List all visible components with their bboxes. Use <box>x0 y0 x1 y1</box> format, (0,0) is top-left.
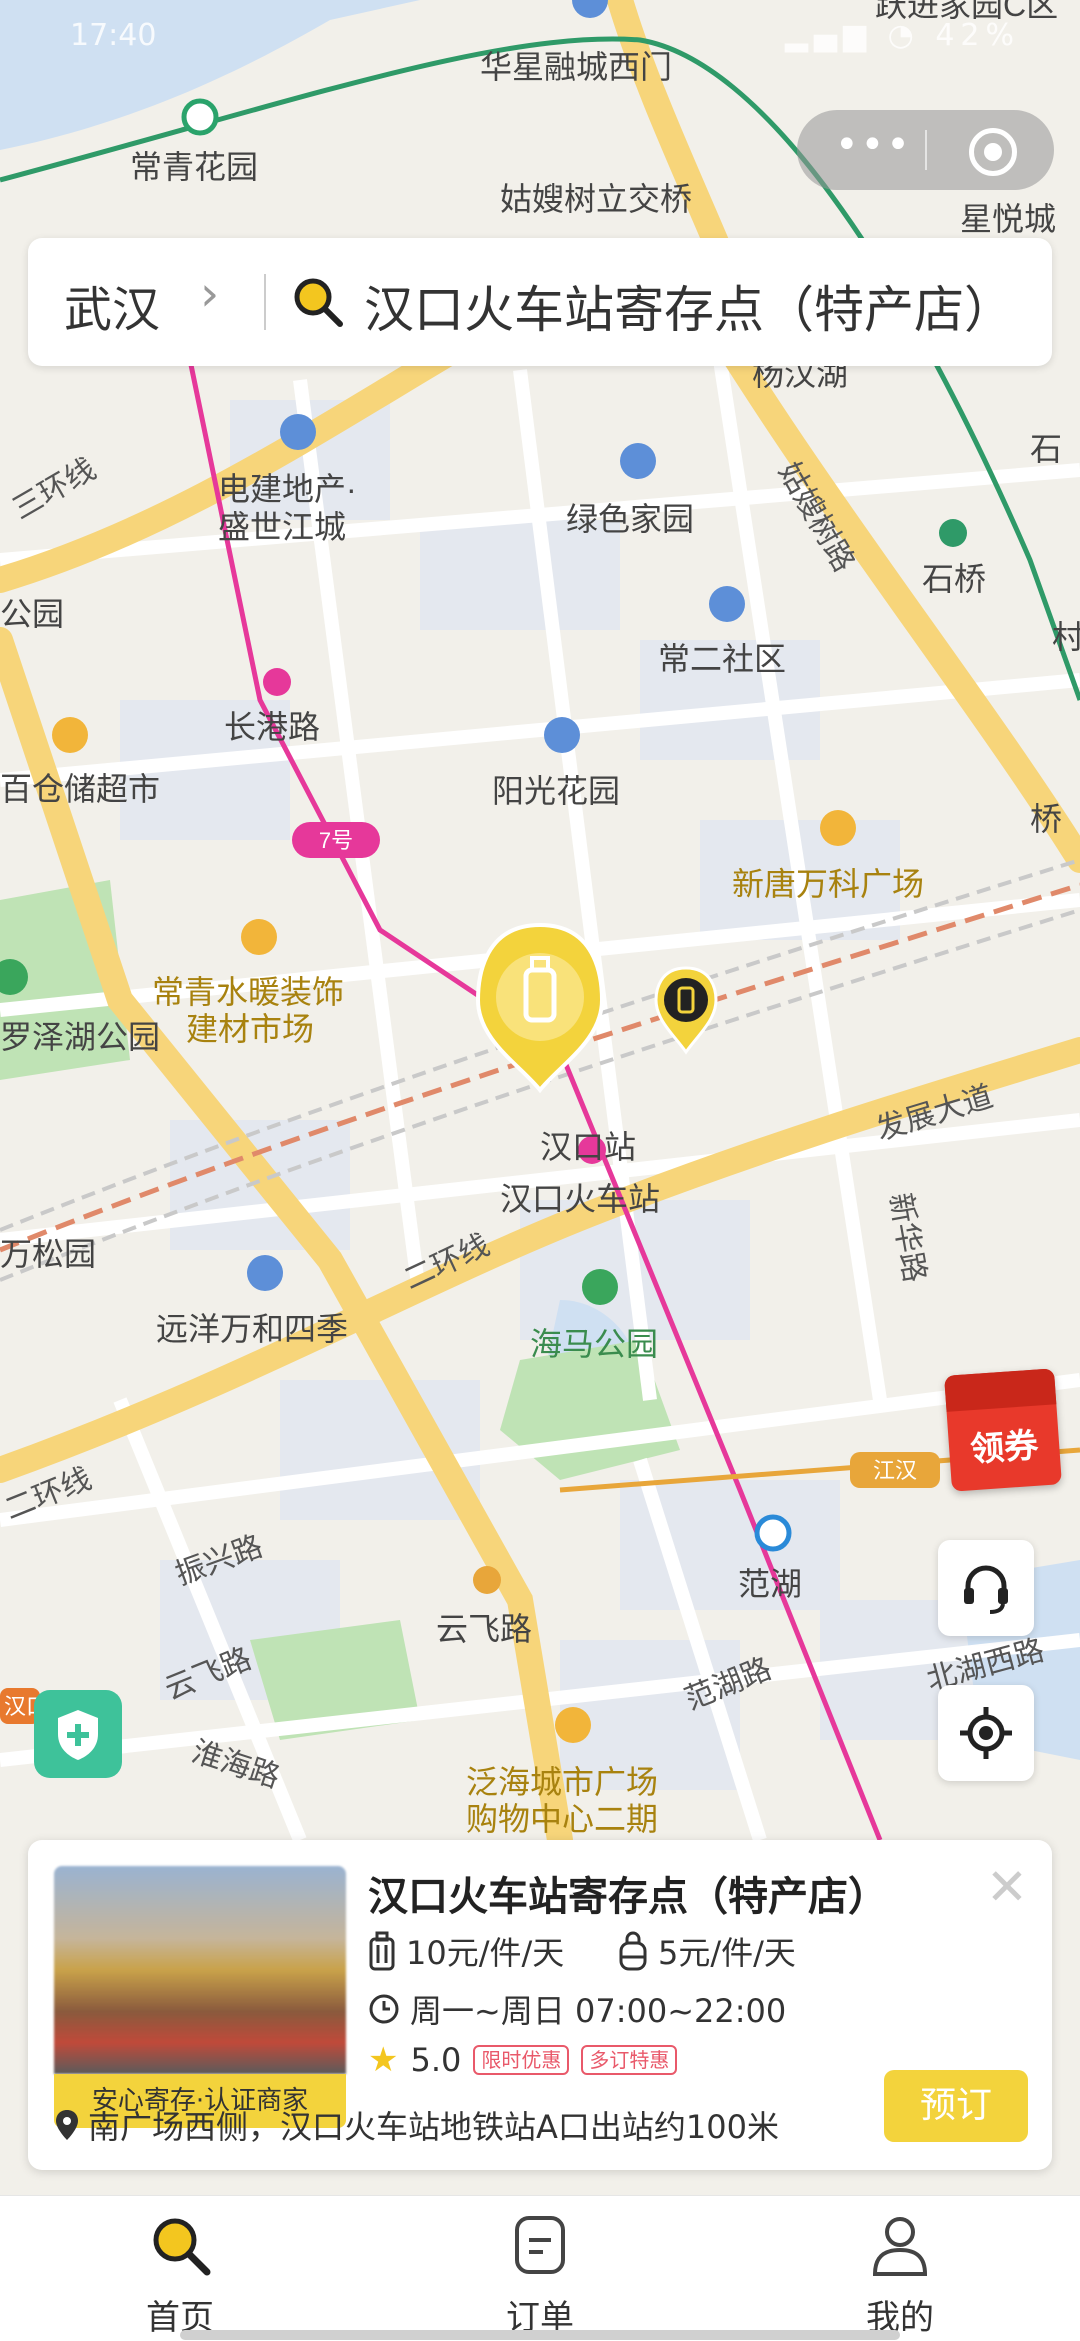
miniprogram-capsule: ••• <box>797 110 1054 190</box>
poi-label: 汉口火车站 <box>500 1181 660 1217</box>
clock-icon <box>369 1994 399 2024</box>
poi-label: 罗泽湖公园 <box>0 1019 160 1055</box>
search-bar[interactable]: 武汉 › 汉口火车站寄存点（特产店） <box>28 238 1052 366</box>
poi-label: 海马公园 <box>530 1326 658 1362</box>
poi-label: 百仓储超市 <box>0 771 160 807</box>
rating-row: ★ 5.0 限时优惠 多订特惠 <box>368 2040 678 2080</box>
poi-label: 村 <box>1052 619 1080 655</box>
user-icon <box>872 2217 928 2276</box>
poi-label: 购物中心二期 <box>466 1801 658 1837</box>
poi-label: 范湖 <box>738 1566 802 1602</box>
promo-tag: 限时优惠 <box>473 2045 570 2075</box>
metro-line2-label: 7号 <box>319 828 353 853</box>
poi-label: 姑嫂树立交桥 <box>500 181 692 217</box>
poi-label: 汉口站 <box>540 1129 636 1165</box>
close-miniprogram-icon[interactable] <box>969 128 1017 176</box>
order-icon <box>515 2216 565 2274</box>
search-icon <box>153 2218 211 2276</box>
poi-label: 长港路 <box>224 709 320 745</box>
status-bar: 17:40 ▂▄▆ ◔ 42% <box>0 0 1080 80</box>
suitcase-icon <box>369 1931 395 1971</box>
locate-button[interactable] <box>938 1685 1034 1781</box>
rating-value: 5.0 <box>410 2041 462 2079</box>
search-divider <box>264 274 266 330</box>
luggage-price-text: 10元/件/天 <box>406 1934 565 1972</box>
poi-label: 盛世江城 <box>218 509 346 545</box>
bag-icon <box>619 1931 647 1971</box>
capsule-divider <box>925 130 927 170</box>
store-title: 汉口火车站寄存点（特产店） <box>368 1874 888 1920</box>
status-icons: ▂▄▆ ◔ 42% <box>784 18 1020 53</box>
status-time: 17:40 <box>70 18 157 53</box>
poi-label: 泛海城市广场 <box>466 1764 658 1800</box>
luggage-price: 10元/件/天 <box>368 1928 564 1974</box>
bag-price: 5元/件/天 <box>618 1928 796 1974</box>
poi-label: 建材市场 <box>186 1011 314 1047</box>
city-selector[interactable]: 武汉 <box>64 270 160 340</box>
poi-label: 公园 <box>0 596 64 632</box>
opening-hours: 周一~周日 07:00~22:00 <box>368 1986 786 2032</box>
customer-service-button[interactable] <box>938 1540 1034 1636</box>
location-pin-icon <box>56 2110 78 2140</box>
bag-price-text: 5元/件/天 <box>658 1934 796 1972</box>
tab-home[interactable]: 首页 <box>80 2210 280 2339</box>
poi-label: 远洋万和四季 <box>156 1311 348 1347</box>
store-card[interactable]: 安心寄存·认证商家 汉口火车站寄存点（特产店） ✕ 10元/件/天 5元/件/天… <box>28 1840 1052 2170</box>
star-icon: ★ <box>368 2040 399 2080</box>
chevron-right-icon: › <box>200 266 220 322</box>
more-icon[interactable]: ••• <box>835 122 912 168</box>
hours-text: 周一~周日 07:00~22:00 <box>410 1992 787 2030</box>
bottom-tab-bar: 首页 订单 我的 <box>0 2195 1080 2341</box>
headset-icon <box>964 1565 1008 1614</box>
poi-label: 桥 <box>1030 801 1062 837</box>
poi-label: 石 <box>1030 431 1062 467</box>
crosshair-icon <box>960 1707 1012 1759</box>
search-icon <box>294 278 343 327</box>
poi-label: 石桥 <box>922 561 986 597</box>
coupon-button[interactable]: 领券 <box>944 1368 1062 1492</box>
address-text: 南广场西侧，汉口火车站地铁站A口出站约100米 <box>88 2108 779 2146</box>
tab-orders[interactable]: 订单 <box>440 2210 640 2339</box>
shield-icon <box>58 1710 98 1760</box>
address-row: 南广场西侧，汉口火车站地铁站A口出站约100米 <box>54 2102 779 2148</box>
safety-shield-button[interactable] <box>34 1690 122 1778</box>
store-photo <box>54 1866 346 2074</box>
poi-label: 绿色家园 <box>566 501 694 537</box>
promo-tag: 多订特惠 <box>581 2045 678 2075</box>
poi-label: 星悦城 <box>960 201 1056 237</box>
poi-label: 万松园 <box>0 1236 96 1272</box>
poi-label: 常青水暖装饰 <box>152 974 344 1010</box>
search-input[interactable]: 汉口火车站寄存点（特产店） <box>364 270 1014 342</box>
poi-label: 常二社区 <box>658 641 786 677</box>
poi-label: 云飞路 <box>436 1611 532 1647</box>
battery-text: 42% <box>935 18 1020 53</box>
metro-line3-label: 江汉 <box>873 1458 917 1483</box>
poi-label: 电建地产· <box>218 471 357 507</box>
close-card-button[interactable]: ✕ <box>986 1862 1028 1912</box>
coupon-label: 领券 <box>968 1425 1040 1471</box>
home-indicator <box>180 2330 900 2340</box>
poi-label: 新唐万科广场 <box>732 866 924 902</box>
poi-label: 常青花园 <box>130 149 258 185</box>
tab-profile[interactable]: 我的 <box>800 2210 1000 2339</box>
book-button[interactable]: 预订 <box>884 2070 1028 2142</box>
poi-label: 阳光花园 <box>492 773 620 809</box>
